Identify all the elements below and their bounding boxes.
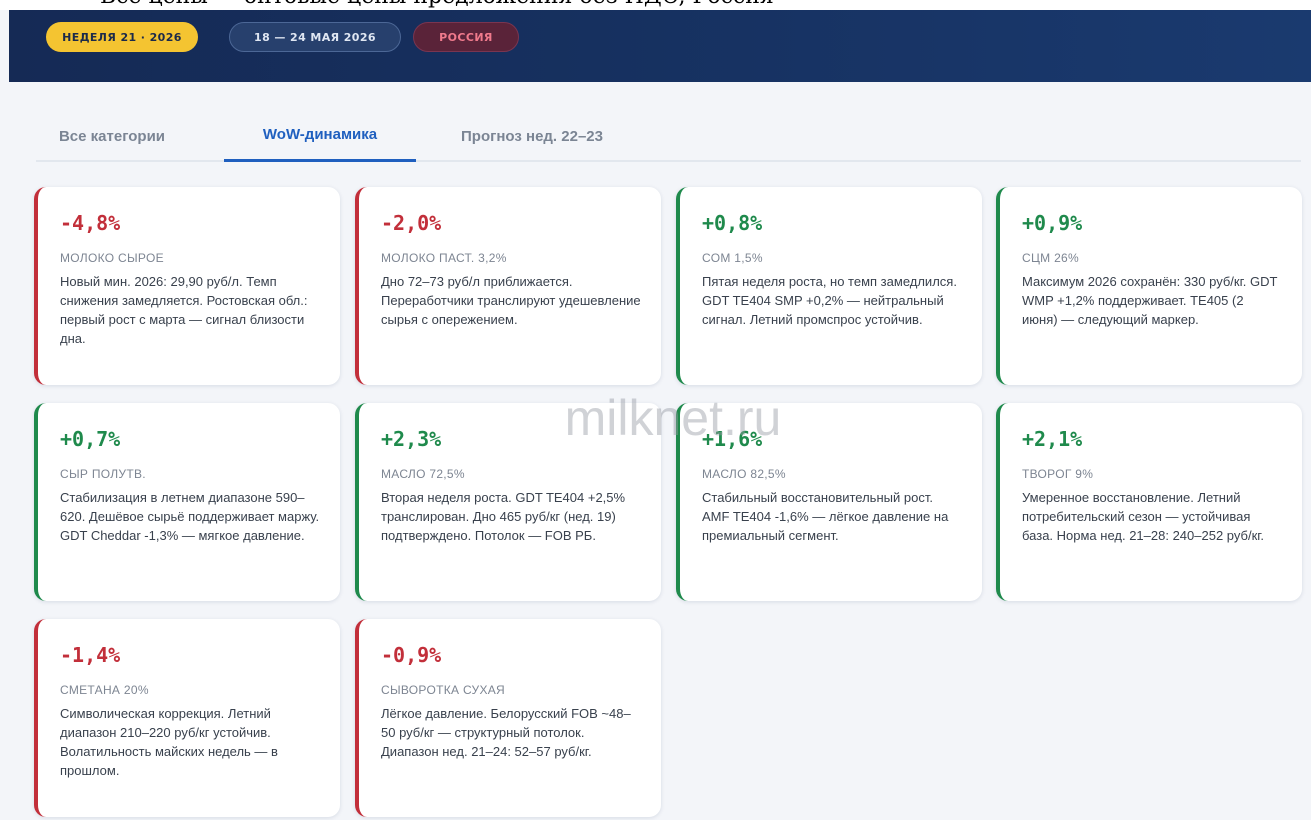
price-card-cottage-cheese: +2,1% ТВОРОГ 9% Умеренное восстановление…: [996, 403, 1302, 601]
card-comment: Вторая неделя роста. GDT TE404 +2,5% тра…: [381, 490, 626, 543]
card-comment: Пятая неделя роста, но темп замедлился. …: [702, 274, 957, 327]
change-value: +2,3%: [381, 427, 442, 451]
price-card-butter-72: +2,3% МАСЛО 72,5% Вторая неделя роста. G…: [355, 403, 661, 601]
product-name: МОЛОКО ПАСТ. 3,2%: [381, 251, 507, 265]
page-caption: Все цены — оптовые цены предложения без …: [0, 0, 1311, 10]
cards-grid: -4,8% МОЛОКО СЫРОЕ Новый мин. 2026: 29,9…: [34, 187, 1310, 820]
product-name: ТВОРОГ 9%: [1022, 467, 1094, 481]
price-card-butter-82: +1,6% МАСЛО 82,5% Стабильный восстановит…: [676, 403, 982, 601]
price-card-smp: +0,8% СОМ 1,5% Пятая неделя роста, но те…: [676, 187, 982, 385]
dates-badge: 18 — 24 МАЯ 2026: [229, 22, 401, 52]
card-comment: Символическая коррекция. Летний диапазон…: [60, 706, 278, 778]
week-badge: НЕДЕЛЯ 21 · 2026: [46, 22, 198, 52]
tab-all-categories[interactable]: Все категории: [36, 110, 188, 162]
product-name: СОМ 1,5%: [702, 251, 763, 265]
product-name: МОЛОКО СЫРОЕ: [60, 251, 164, 265]
product-name: СЫВОРОТКА СУХАЯ: [381, 683, 506, 697]
product-name: МАСЛО 72,5%: [381, 467, 465, 481]
change-value: -0,9%: [381, 643, 442, 667]
card-comment: Новый мин. 2026: 29,90 руб/л. Темп сниже…: [60, 274, 308, 346]
card-comment: Максимум 2026 сохранён: 330 руб/кг. GDT …: [1022, 274, 1278, 327]
header-banner: НЕДЕЛЯ 21 · 2026 18 — 24 МАЯ 2026 РОССИЯ: [9, 10, 1311, 82]
change-value: +0,7%: [60, 427, 121, 451]
price-card-sour-cream: -1,4% СМЕТАНА 20% Символическая коррекци…: [34, 619, 340, 817]
tab-bar: Все категории WoW-динамика Прогноз нед. …: [36, 110, 1301, 162]
price-card-semi-hard-cheese: +0,7% СЫР ПОЛУТВ. Стабилизация в летнем …: [34, 403, 340, 601]
change-value: +0,8%: [702, 211, 763, 235]
price-card-dry-whey: -0,9% СЫВОРОТКА СУХАЯ Лёгкое давление. Б…: [355, 619, 661, 817]
card-comment: Дно 72–73 руб/л приближается. Переработч…: [381, 274, 641, 327]
tab-forecast[interactable]: Прогноз нед. 22–23: [432, 110, 632, 162]
caption-text: Все цены — оптовые цены предложения без …: [100, 0, 774, 9]
card-comment: Умеренное восстановление. Летний потреби…: [1022, 490, 1265, 543]
change-value: +2,1%: [1022, 427, 1083, 451]
change-value: -4,8%: [60, 211, 121, 235]
change-value: -1,4%: [60, 643, 121, 667]
price-card-wmp: +0,9% СЦМ 26% Максимум 2026 сохранён: 33…: [996, 187, 1302, 385]
product-name: СМЕТАНА 20%: [60, 683, 149, 697]
price-card-pasteurized-milk: -2,0% МОЛОКО ПАСТ. 3,2% Дно 72–73 руб/л …: [355, 187, 661, 385]
product-name: СЫР ПОЛУТВ.: [60, 467, 146, 481]
card-comment: Стабильный восстановительный рост. AMF T…: [702, 490, 949, 543]
price-card-raw-milk: -4,8% МОЛОКО СЫРОЕ Новый мин. 2026: 29,9…: [34, 187, 340, 385]
change-value: +1,6%: [702, 427, 763, 451]
card-comment: Лёгкое давление. Белорусский FOB ~48–50 …: [381, 706, 631, 759]
product-name: СЦМ 26%: [1022, 251, 1079, 265]
card-comment: Стабилизация в летнем диапазоне 590–620.…: [60, 490, 320, 543]
change-value: +0,9%: [1022, 211, 1083, 235]
product-name: МАСЛО 82,5%: [702, 467, 786, 481]
region-badge: РОССИЯ: [413, 22, 519, 52]
change-value: -2,0%: [381, 211, 442, 235]
tab-wow-dynamics[interactable]: WoW-динамика: [224, 110, 416, 162]
